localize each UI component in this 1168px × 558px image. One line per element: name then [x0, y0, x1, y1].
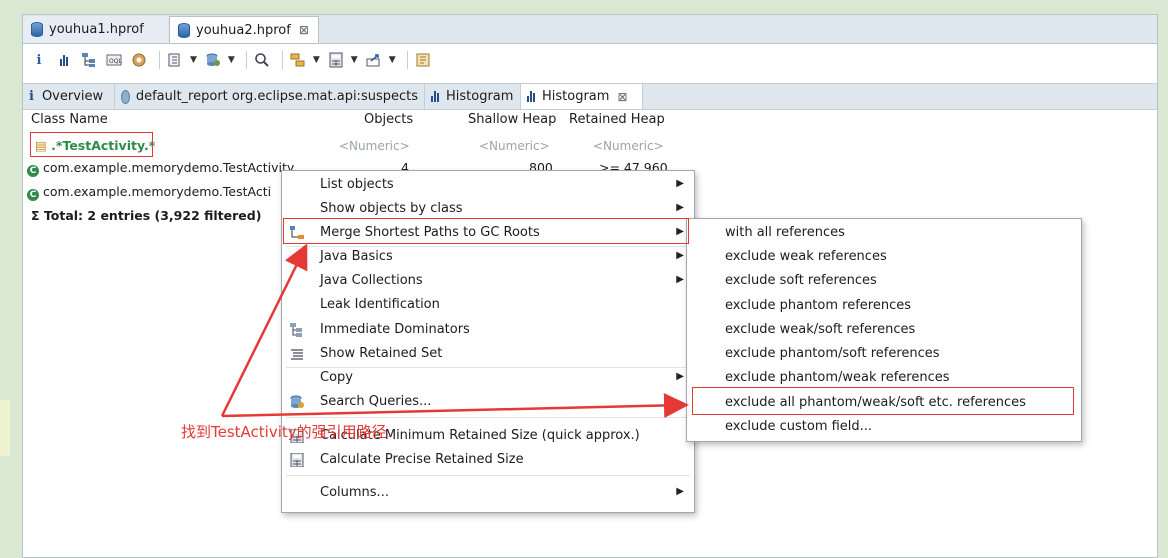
- annotation-arrows: [220, 243, 689, 418]
- annotation-label: 找到TestActivity的强引用路径: [181, 423, 387, 441]
